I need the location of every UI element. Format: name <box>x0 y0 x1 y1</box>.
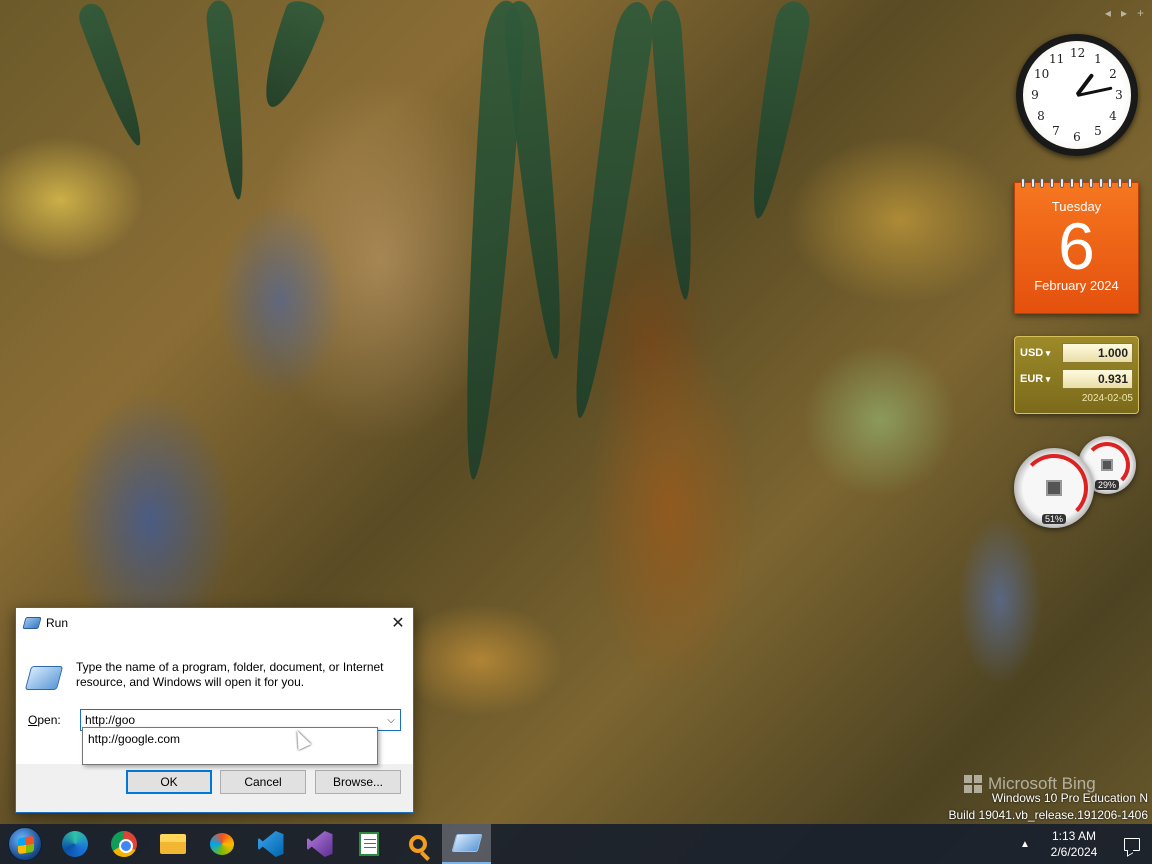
clock-number-2: 2 <box>1109 67 1117 81</box>
currency-gadget: USD 1.000 EUR 0.931 2024-02-05 <box>1014 336 1139 414</box>
memory-percent: 29% <box>1094 480 1120 490</box>
chevron-down-icon[interactable]: ⌵ <box>382 710 400 730</box>
windows-start-icon <box>8 827 42 861</box>
cancel-button[interactable]: Cancel <box>220 770 306 794</box>
currency-value-field[interactable]: 1.000 <box>1062 343 1133 363</box>
currency-date: 2024-02-05 <box>1081 393 1133 404</box>
os-edition: Windows 10 Pro Education N <box>991 791 1148 805</box>
taskbar: ▲ 1:13 AM 2/6/2024 <box>0 824 1152 864</box>
clock-number-5: 5 <box>1094 124 1102 138</box>
browse-button[interactable]: Browse... <box>315 770 401 794</box>
os-build: Build 19041.vb_release.191206-1406 <box>948 808 1149 822</box>
run-title: Run <box>46 616 69 630</box>
currency-row: USD 1.000 <box>1020 343 1133 363</box>
currency-row: EUR 0.931 <box>1020 369 1133 389</box>
taskbar-app-file-explorer[interactable] <box>148 824 197 864</box>
paint-3d-icon <box>209 833 234 855</box>
taskbar-app-search[interactable] <box>393 824 442 864</box>
run-titlebar[interactable]: Run ✕ <box>16 608 413 638</box>
clock-number-9: 9 <box>1031 88 1039 102</box>
gadget-next-button[interactable]: ▸ <box>1121 6 1127 20</box>
calendar-month-year: February 2024 <box>1034 278 1119 293</box>
search-everything-icon <box>408 835 427 853</box>
taskbar-clock[interactable]: 1:13 AM 2/6/2024 <box>1036 828 1112 860</box>
clock-number-12: 12 <box>1070 46 1086 60</box>
show-hidden-icons-button[interactable]: ▲ <box>1014 839 1036 850</box>
taskbar-app-chrome[interactable] <box>99 824 148 864</box>
close-button[interactable]: ✕ <box>383 608 413 638</box>
taskbar-date: 2/6/2024 <box>1050 845 1098 859</box>
clock-number-6: 6 <box>1073 130 1081 144</box>
calendar-rings <box>1021 178 1132 188</box>
autocomplete-suggestion[interactable]: http://google.com <box>82 727 378 765</box>
wallpaper-leaf <box>204 0 252 201</box>
taskbar-app-visual-studio[interactable] <box>295 824 344 864</box>
open-label: Open: <box>28 713 61 727</box>
cpu-percent: 51% <box>1041 514 1067 524</box>
vscode-icon <box>257 831 284 857</box>
clock-number-4: 4 <box>1109 109 1117 123</box>
gadget-prev-button[interactable]: ◂ <box>1105 6 1111 20</box>
taskbar-app-run[interactable] <box>442 824 491 864</box>
run-description: Type the name of a program, folder, docu… <box>76 660 384 689</box>
ok-button[interactable]: OK <box>126 770 212 794</box>
calendar-gadget[interactable]: Tuesday 6 February 2024 <box>1014 178 1139 314</box>
clock-face: 12 1 2 3 4 5 6 7 8 9 10 11 <box>1023 41 1131 149</box>
start-button[interactable] <box>0 824 50 864</box>
chrome-icon <box>110 831 137 857</box>
taskbar-app-paint-3d[interactable] <box>197 824 246 864</box>
wallpaper-leaf <box>252 0 328 114</box>
clock-number-10: 10 <box>1034 67 1050 81</box>
cpu-meter-gadget[interactable]: 51% <box>1014 448 1094 528</box>
taskbar-app-edge[interactable] <box>50 824 99 864</box>
run-icon <box>451 834 482 852</box>
os-build-info: Windows 10 Pro Education N Build 19041.v… <box>949 790 1149 824</box>
action-center-button[interactable] <box>1112 824 1152 864</box>
taskbar-time: 1:13 AM <box>1051 829 1097 843</box>
gadget-nav: ◂ ▸ + <box>1105 6 1144 20</box>
clock-number-1: 1 <box>1094 52 1102 66</box>
clock-number-7: 7 <box>1052 124 1060 138</box>
cpu-chip-icon <box>1046 480 1062 496</box>
gadget-add-button[interactable]: + <box>1137 6 1144 20</box>
system-tray: ▲ 1:13 AM 2/6/2024 <box>1014 824 1152 864</box>
currency-code-select[interactable]: USD <box>1020 347 1062 359</box>
visual-studio-icon <box>306 831 333 857</box>
run-icon <box>22 617 42 629</box>
run-dialog: Run ✕ Type the name of a program, folder… <box>15 607 414 813</box>
clock-number-3: 3 <box>1115 88 1123 102</box>
clock-number-11: 11 <box>1049 52 1065 66</box>
currency-value-field[interactable]: 0.931 <box>1062 369 1133 389</box>
wallpaper-leaf <box>75 0 151 150</box>
clock-gadget[interactable]: 12 1 2 3 4 5 6 7 8 9 10 11 <box>1016 34 1138 156</box>
currency-code-select[interactable]: EUR <box>1020 373 1062 385</box>
notification-icon <box>1124 837 1140 851</box>
taskbar-app-vscode[interactable] <box>246 824 295 864</box>
run-program-icon <box>24 666 64 690</box>
notepad-plus-plus-icon <box>358 832 379 856</box>
edge-icon <box>61 831 88 857</box>
taskbar-app-notepad[interactable] <box>344 824 393 864</box>
calendar-day-number: 6 <box>1058 209 1095 283</box>
memory-chip-icon <box>1101 459 1113 471</box>
file-explorer-icon <box>159 834 186 854</box>
clock-number-8: 8 <box>1037 109 1045 123</box>
